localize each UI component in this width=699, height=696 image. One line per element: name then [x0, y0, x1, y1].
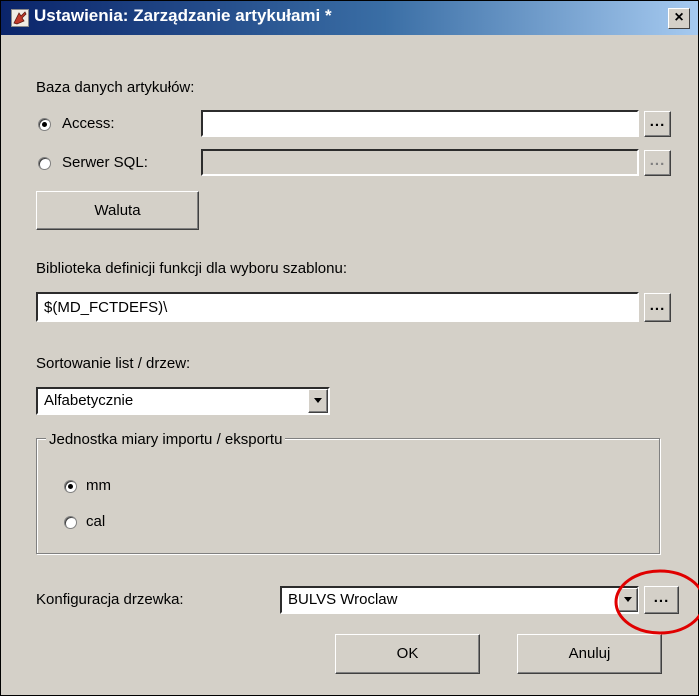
sql-label: Serwer SQL: [62, 154, 148, 171]
ok-button-label: OK [396, 645, 419, 662]
database-section-label: Baza danych artykułów: [36, 79, 195, 96]
access-radio[interactable] [38, 118, 51, 131]
unit-label-cal: cal [86, 513, 106, 530]
units-groupbox [36, 438, 660, 554]
tree-config-select-value: BULVS Wroclaw [288, 591, 398, 608]
close-icon: × [674, 9, 684, 26]
tree-config-select[interactable]: BULVS Wroclaw [280, 586, 639, 614]
cancel-button-label: Anuluj [568, 645, 611, 662]
annotation-circle [614, 569, 699, 635]
sql-browse-button: ... [644, 150, 671, 176]
currency-button[interactable]: Waluta [36, 191, 199, 230]
access-browse-button[interactable]: ... [644, 111, 671, 137]
app-icon [11, 9, 29, 27]
sorting-select[interactable]: Alfabetycznie [36, 387, 330, 415]
sql-radio[interactable] [38, 157, 51, 170]
settings-dialog: Ustawienia: Zarządzanie artykułami * × B… [0, 0, 699, 696]
currency-button-label: Waluta [94, 202, 141, 219]
library-label: Biblioteka definicji funkcji dla wyboru … [36, 260, 348, 277]
cancel-button[interactable]: Anuluj [517, 634, 662, 674]
units-group-label: Jednostka miary importu / eksportu [46, 431, 286, 448]
sorting-label: Sortowanie list / drzew: [36, 355, 191, 372]
ok-button[interactable]: OK [335, 634, 480, 674]
title-bar[interactable]: Ustawienia: Zarządzanie artykułami * × [1, 1, 698, 35]
sorting-dropdown-arrow-icon[interactable] [308, 389, 328, 413]
unit-radio-mm[interactable] [64, 480, 77, 493]
unit-radio-cal[interactable] [64, 516, 77, 529]
access-path-input[interactable] [201, 110, 639, 137]
access-label: Access: [62, 115, 115, 132]
library-browse-button[interactable]: ... [644, 293, 671, 322]
tree-config-label: Konfiguracja drzewka: [36, 591, 184, 608]
sql-path-input [201, 149, 639, 176]
library-path-input[interactable]: $(MD_FCTDEFS)\ [36, 292, 639, 322]
window-title: Ustawienia: Zarządzanie artykułami * [34, 6, 332, 25]
unit-label-mm: mm [86, 477, 111, 494]
close-button[interactable]: × [668, 8, 690, 29]
sorting-select-value: Alfabetycznie [44, 392, 134, 409]
